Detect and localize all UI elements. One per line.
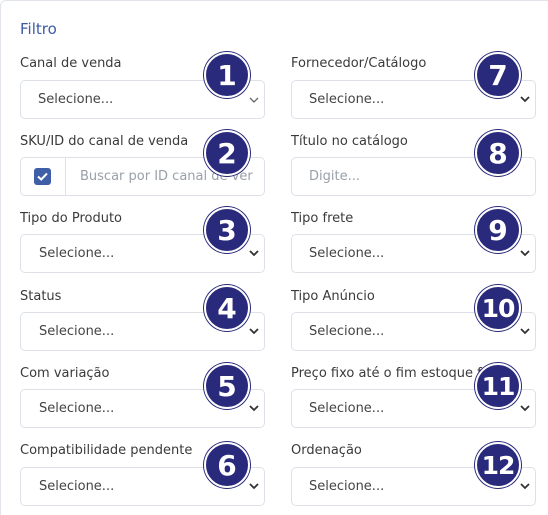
select-value: Selecione... <box>309 324 385 339</box>
number-badge-11: 11 <box>475 363 521 409</box>
number-badge-10: 10 <box>475 285 521 331</box>
number-badge-2: 2 <box>204 130 250 176</box>
number-badge-7: 7 <box>475 52 521 98</box>
number-badge-1: 1 <box>204 52 250 98</box>
chevron-down-icon <box>249 97 259 103</box>
filter-title: Filtro <box>20 20 57 38</box>
select-value: Selecione... <box>309 246 385 261</box>
label-compatibilidade-pendente: Compatibilidade pendente <box>20 443 193 458</box>
select-value: Selecione... <box>309 92 385 107</box>
chevron-down-icon <box>520 328 530 335</box>
label-status: Status <box>20 289 62 304</box>
checkbox-area <box>21 158 66 195</box>
filter-panel: Filtro Canal de venda Selecione... 1 SKU… <box>0 0 548 515</box>
number-badge-9: 9 <box>475 207 521 253</box>
number-badge-5: 5 <box>204 363 250 409</box>
select-value: Selecione... <box>39 479 115 494</box>
chevron-down-icon <box>520 483 530 490</box>
input-placeholder: Digite... <box>309 169 360 184</box>
label-sku-id: SKU/ID do canal de venda <box>20 134 189 149</box>
chevron-down-icon <box>249 483 259 490</box>
chevron-down-icon <box>520 96 530 103</box>
number-badge-12: 12 <box>475 442 521 488</box>
select-value: Selecione... <box>309 401 385 416</box>
label-tipo-anuncio: Tipo Anúncio <box>291 289 375 304</box>
chevron-down-icon <box>520 405 530 412</box>
select-value: Selecione... <box>309 479 385 494</box>
number-badge-4: 4 <box>204 285 250 331</box>
label-ordenacao: Ordenação <box>291 443 362 458</box>
sku-id-checkbox[interactable] <box>34 168 51 185</box>
label-tipo-frete: Tipo frete <box>291 211 354 226</box>
select-value: Selecione... <box>39 246 115 261</box>
check-icon <box>37 172 48 181</box>
chevron-down-icon <box>249 328 259 335</box>
select-value: Selecione... <box>39 401 115 416</box>
select-value: Selecione... <box>39 324 115 339</box>
label-fornecedor-catalogo: Fornecedor/Catálogo <box>291 56 427 71</box>
chevron-down-icon <box>520 250 530 257</box>
chevron-down-icon <box>249 405 259 412</box>
label-preco-fixo: Preço fixo até o fim estoque f <box>291 366 482 381</box>
number-badge-8: 8 <box>475 130 521 176</box>
chevron-down-icon <box>249 250 259 257</box>
label-titulo-no-catalogo: Título no catálogo <box>291 134 408 149</box>
label-tipo-do-produto: Tipo do Produto <box>20 211 122 226</box>
number-badge-3: 3 <box>204 207 250 253</box>
label-com-variacao: Com variação <box>20 366 110 381</box>
select-value: Selecione... <box>38 92 114 107</box>
label-canal-de-venda: Canal de venda <box>20 56 122 71</box>
number-badge-6: 6 <box>204 442 250 488</box>
